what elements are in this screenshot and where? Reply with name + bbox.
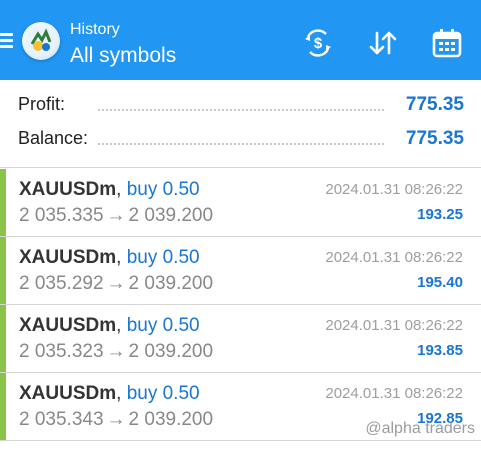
app-header: History All symbols $ [0, 0, 481, 80]
arrow-icon: → [106, 273, 126, 294]
arrow-icon: → [106, 341, 126, 362]
profit-value: 775.35 [399, 94, 464, 116]
deal-profit: 195.40 [417, 274, 463, 291]
deal-symbol: XAUUSDm [19, 179, 117, 200]
header-subtitle: History [70, 21, 120, 38]
svg-text:$: $ [314, 35, 323, 52]
open-price: 2 035.292 [19, 273, 104, 294]
deal-side: buy 0.50 [126, 383, 200, 404]
close-price: 2 039.200 [128, 341, 214, 362]
buy-indicator-bar [0, 373, 6, 440]
arrow-icon: → [106, 205, 126, 226]
deal-separator: , [116, 383, 122, 404]
deal-separator: , [116, 247, 122, 268]
calendar-icon[interactable] [431, 27, 463, 59]
deal-profit: 193.85 [417, 342, 463, 359]
watermark-text: @alpha traders [365, 420, 475, 437]
close-price: 2 039.200 [128, 273, 214, 294]
open-price: 2 035.343 [19, 409, 104, 430]
close-price: 2 039.200 [128, 409, 214, 430]
balance-row: Balance: 775.35 [18, 128, 464, 154]
balance-label: Balance: [18, 128, 95, 149]
profit-label: Profit: [18, 94, 72, 115]
deal-symbol: XAUUSDm [19, 383, 117, 404]
deal-time: 2024.01.31 08:26:22 [325, 181, 463, 198]
deal-title: XAUUSDm, buy 0.50 [19, 382, 200, 406]
deal-symbol: XAUUSDm [19, 247, 117, 268]
header-title[interactable]: All symbols [70, 43, 176, 69]
deal-side: buy 0.50 [126, 315, 200, 336]
sort-icon[interactable] [367, 27, 399, 59]
deal-prices: 2 035.343 → 2 039.200 [19, 408, 213, 432]
menu-icon[interactable] [0, 33, 14, 49]
summary-panel: Profit: 775.35 Balance: 775.35 [0, 80, 481, 168]
buy-indicator-bar [0, 169, 6, 236]
deal-separator: , [116, 179, 122, 200]
deal-prices: 2 035.335 → 2 039.200 [19, 204, 213, 228]
balance-value: 775.35 [399, 128, 464, 150]
deal-profit: 193.25 [417, 206, 463, 223]
deal-prices: 2 035.292 → 2 039.200 [19, 272, 213, 296]
deal-side: buy 0.50 [126, 179, 200, 200]
buy-indicator-bar [0, 237, 6, 304]
arrow-icon: → [106, 409, 126, 430]
deal-time: 2024.01.31 08:26:22 [325, 385, 463, 402]
deal-time: 2024.01.31 08:26:22 [325, 249, 463, 266]
dotted-leader [98, 143, 384, 145]
deal-row[interactable]: XAUUSDm, buy 0.50 2 035.323 → 2 039.200 20… [0, 305, 481, 373]
deal-time: 2024.01.31 08:26:22 [325, 317, 463, 334]
deal-separator: , [116, 315, 122, 336]
deal-prices: 2 035.323 → 2 039.200 [19, 340, 213, 364]
deal-title: XAUUSDm, buy 0.50 [19, 178, 200, 202]
deal-row[interactable]: XAUUSDm, buy 0.50 2 035.335 → 2 039.200 20… [0, 169, 481, 237]
buy-indicator-bar [0, 305, 6, 372]
dotted-leader [98, 109, 384, 111]
deal-title: XAUUSDm, buy 0.50 [19, 314, 200, 338]
open-price: 2 035.335 [19, 205, 104, 226]
deal-title: XAUUSDm, buy 0.50 [19, 246, 200, 270]
profit-row: Profit: 775.35 [18, 94, 464, 120]
currency-exchange-icon[interactable]: $ [302, 27, 334, 59]
open-price: 2 035.323 [19, 341, 104, 362]
deal-side: buy 0.50 [126, 247, 200, 268]
app-logo[interactable] [22, 22, 60, 60]
deal-row[interactable]: XAUUSDm, buy 0.50 2 035.292 → 2 039.200 20… [0, 237, 481, 305]
close-price: 2 039.200 [128, 205, 214, 226]
deal-symbol: XAUUSDm [19, 315, 117, 336]
